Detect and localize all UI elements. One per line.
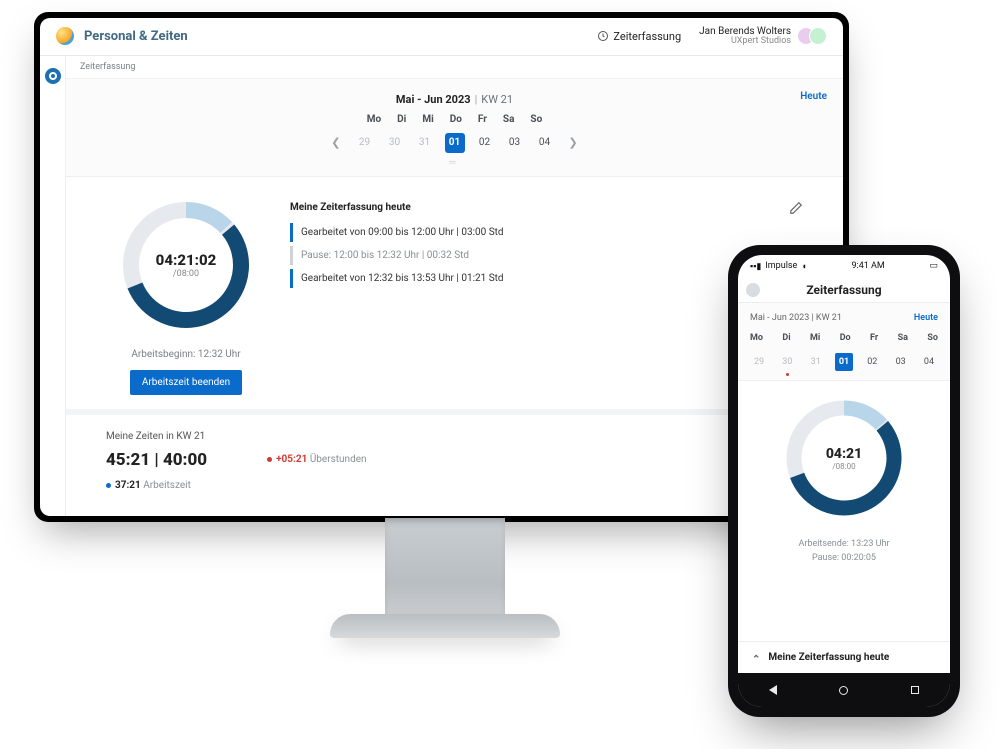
android-nav-bar	[738, 673, 950, 707]
week-summary: Meine Zeiten in KW 21 45:21 | 40:00 +05:…	[66, 409, 843, 511]
nav-recents-icon[interactable]	[911, 686, 919, 694]
avatar-stack	[797, 27, 827, 45]
date-range: Mai - Jun 2023 | KW 21	[750, 313, 938, 323]
pause-label: Pause: 00:20:05	[798, 551, 889, 565]
user-menu[interactable]: Jan Berends Wolters UXpert Studios	[699, 26, 827, 47]
nav-back-icon[interactable]	[769, 685, 777, 695]
day-cell[interactable]: 30	[778, 353, 796, 371]
total-time: /08:00	[832, 462, 855, 471]
today-link[interactable]: Heute	[914, 313, 938, 323]
breadcrumb: Zeiterfassung	[66, 56, 843, 79]
status-dot-icon	[267, 457, 272, 462]
status-time: 9:41 AM	[851, 261, 884, 271]
prev-week-button[interactable]: ❮	[327, 136, 344, 149]
dow-row: MoDiMiDoFrSaSo	[750, 333, 938, 343]
expand-today-log[interactable]: ⌄ Meine Zeiterfassung heute	[738, 641, 950, 673]
day-cell-selected[interactable]: 01	[445, 133, 465, 153]
phone-meta: Arbeitsende: 13:23 Uhr Pause: 00:20:05	[798, 537, 889, 566]
event-dot-icon	[786, 373, 789, 376]
day-cell[interactable]: 31	[807, 353, 825, 371]
today-log-title: Meine Zeiterfassung heute	[290, 202, 411, 213]
drag-handle-icon[interactable]: ═	[66, 157, 843, 168]
expand-label: Meine Zeiterfassung heute	[768, 652, 889, 663]
day-cell[interactable]: 04	[920, 353, 938, 371]
date-range: Mai - Jun 2023|KW 21	[66, 93, 843, 106]
day-cell-selected[interactable]: 01	[835, 353, 853, 371]
overtime: +05:21 Überstunden	[267, 454, 366, 465]
log-entry: Gearbeitet von 12:32 bis 13:53 Uhr | 01:…	[290, 269, 803, 288]
log-entry-pause: Pause: 12:00 bis 12:32 Uhr | 00:32 Std	[290, 246, 803, 265]
nav-home-icon[interactable]	[839, 686, 848, 695]
day-cell[interactable]: 30	[385, 133, 405, 153]
status-left: ▪▪▮ Impulse ◖	[750, 261, 807, 272]
dow-row: MoDiMiDoFrSaSo	[66, 114, 843, 125]
avatar	[809, 27, 827, 45]
header-tab-zeiterfassung[interactable]: Zeiterfassung	[597, 30, 681, 43]
app-header: Personal & Zeiten Zeiterfassung Jan Bere…	[40, 18, 843, 56]
elapsed-time: 04:21:02	[156, 251, 217, 269]
wifi-icon: ◖	[801, 261, 806, 272]
phone-week-calendar: Heute Mai - Jun 2023 | KW 21 MoDiMiDoFrS…	[738, 303, 950, 381]
week-summary-title: Meine Zeiten in KW 21	[106, 431, 803, 442]
desktop-screen: Personal & Zeiten Zeiterfassung Jan Bere…	[40, 18, 843, 516]
day-row: 29 30 31 01 02 03 04	[750, 353, 938, 376]
chevron-up-icon: ⌄	[752, 652, 760, 663]
day-cell[interactable]: 03	[505, 133, 525, 153]
signal-icon: ▪▪▮	[750, 261, 761, 272]
next-week-button[interactable]: ❯	[565, 136, 582, 149]
phone-screen: ▪▪▮ Impulse ◖ 9:41 AM ▭ Zeiterfassung He…	[738, 255, 950, 707]
day-cell[interactable]: 03	[892, 353, 910, 371]
today-link[interactable]: Heute	[800, 91, 827, 102]
time-clock: 04:21:02 /08:00 Arbeitsbeginn: 12:32 Uhr…	[106, 195, 266, 395]
header-tab-label: Zeiterfassung	[613, 30, 681, 43]
sidebar-rail	[40, 56, 66, 516]
log-entry: Gearbeitet von 09:00 bis 12:00 Uhr | 03:…	[290, 223, 803, 242]
user-org: UXpert Studios	[699, 37, 791, 47]
monitor-stand	[385, 518, 505, 628]
sidebar-item-stopwatch[interactable]	[45, 68, 61, 84]
edit-icon[interactable]	[789, 201, 803, 215]
phone-mockup: ▪▪▮ Impulse ◖ 9:41 AM ▭ Zeiterfassung He…	[728, 245, 960, 717]
work-end-label: Arbeitsende: 13:23 Uhr	[798, 537, 889, 551]
end-work-button[interactable]: Arbeitszeit beenden	[130, 370, 242, 395]
phone-header: Zeiterfassung	[738, 277, 950, 303]
status-dot-icon	[106, 483, 111, 488]
app-logo-icon	[56, 27, 74, 45]
day-cell[interactable]: 29	[750, 353, 768, 371]
day-cell[interactable]: 04	[535, 133, 555, 153]
week-calendar: Heute Mai - Jun 2023|KW 21 MoDiMiDoFrSaS…	[66, 79, 843, 177]
work-time-sub: 37:21 Arbeitszeit	[106, 480, 803, 491]
app-title: Personal & Zeiten	[84, 29, 188, 44]
phone-status-bar: ▪▪▮ Impulse ◖ 9:41 AM ▭	[738, 255, 950, 277]
elapsed-time: 04:21	[826, 446, 862, 462]
today-log: Meine Zeiterfassung heute Gearbeitet von…	[290, 195, 803, 395]
day-cell[interactable]: 31	[415, 133, 435, 153]
day-cell[interactable]: 02	[475, 133, 495, 153]
desktop-monitor: Personal & Zeiten Zeiterfassung Jan Bere…	[34, 12, 849, 522]
app-logo-icon	[746, 283, 760, 297]
page-title: Zeiterfassung	[806, 283, 881, 297]
work-start-label: Arbeitsbeginn: 12:32 Uhr	[106, 349, 266, 360]
day-cell[interactable]: 02	[863, 353, 881, 371]
clock-icon	[597, 30, 609, 42]
progress-ring: 04:21 /08:00	[779, 393, 909, 523]
carrier-label: Impulse	[765, 261, 797, 271]
worked-vs-planned: 45:21 | 40:00	[106, 450, 207, 470]
battery-icon: ▭	[929, 261, 938, 271]
day-row: ❮ 29 30 31 01 02 03 04 ❯	[66, 133, 843, 153]
progress-ring: 04:21:02 /08:00	[116, 195, 256, 335]
day-cell[interactable]: 29	[355, 133, 375, 153]
total-time: /08:00	[173, 269, 199, 279]
